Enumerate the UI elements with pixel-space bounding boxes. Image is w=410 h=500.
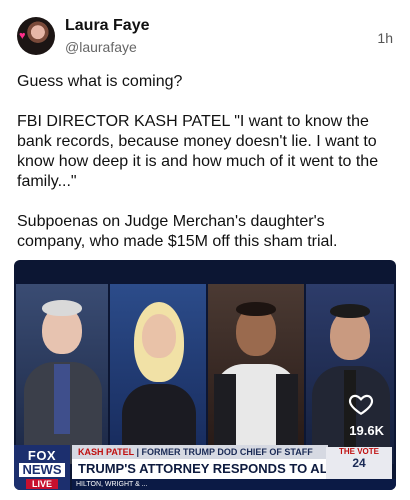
heart-sticker-icon: ♥ [19,30,26,42]
author-name[interactable]: Laura Faye [65,17,149,35]
logo-news: NEWS [19,463,65,477]
lower-third-headline: TRUMP'S ATTORNEY RESPONDS TO ALVIN BRAGG [72,459,328,479]
post-paragraph: FBI DIRECTOR KASH PATEL "I want to know … [17,113,379,190]
post-card[interactable]: ♥ Laura Faye @laurafaye 1h Guess what is… [0,0,410,500]
heart-icon[interactable] [348,391,374,417]
post-timestamp: 1h [377,30,393,46]
logo-fox: FOX [27,448,57,463]
author-handle[interactable]: @laurafaye [65,39,137,55]
post-text: Guess what is coming? FBI DIRECTOR KASH … [17,72,397,272]
video-panel [16,284,108,464]
avatar[interactable]: ♥ [17,17,55,55]
lower-third-name: KASH PATEL | FORMER TRUMP DOD CHIEF OF S… [72,445,328,459]
news-ticker: HILTON, WRIGHT & ... [72,479,396,490]
post-paragraph: Subpoenas on Judge Merchan's daughter's … [17,213,338,250]
post-paragraph: Guess what is coming? [17,73,183,90]
logo-live: LIVE [26,479,58,489]
video-media[interactable]: 19.6K FOX NEWS LIVE KASH PATEL | FORMER … [14,260,396,490]
like-count: 19.6K [349,423,384,438]
video-panel [110,284,206,464]
lower-third-accent: KASH PATEL [78,447,135,457]
vote-promo: THE VOTE 24 [326,447,392,481]
lower-third-title: | FORMER TRUMP DOD CHIEF OF STAFF [136,447,313,457]
video-panel [208,284,304,464]
fox-news-logo: FOX NEWS LIVE [14,445,70,490]
promo-number: 24 [352,456,366,470]
